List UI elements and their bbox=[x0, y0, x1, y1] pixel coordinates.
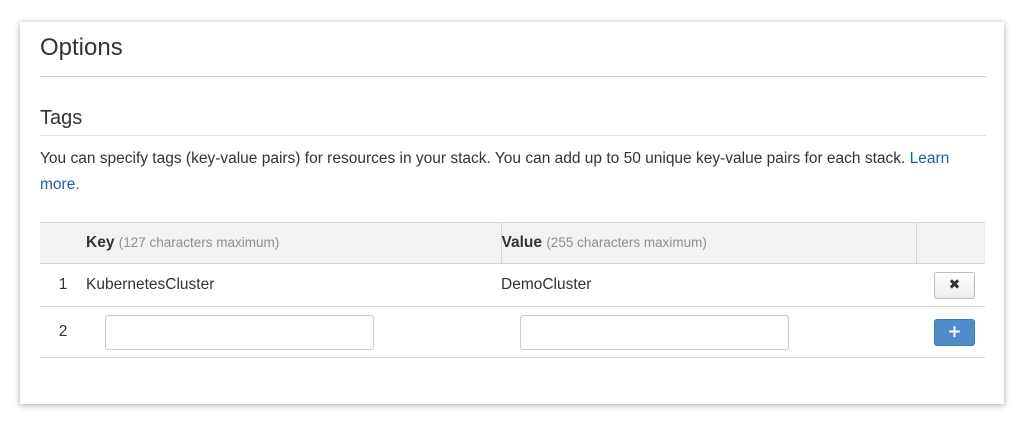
new-key-cell bbox=[86, 306, 501, 358]
remove-tag-button[interactable]: ✖ bbox=[934, 271, 975, 299]
page-title: Options bbox=[40, 34, 123, 61]
close-icon: ✖ bbox=[948, 276, 961, 293]
options-panel: Options Tags You can specify tags (key-v… bbox=[20, 22, 1004, 404]
key-column-header: Key (127 characters maximum) bbox=[86, 222, 501, 264]
new-value-cell bbox=[501, 306, 916, 358]
value-header-hint: (255 characters maximum) bbox=[546, 235, 707, 250]
tag-value-value: DemoCluster bbox=[501, 263, 916, 307]
tag-key-input[interactable] bbox=[105, 314, 374, 350]
tags-table-header: Key (127 characters maximum) Value (255 … bbox=[40, 222, 985, 264]
tag-value-input[interactable] bbox=[520, 314, 789, 350]
tags-section-title: Tags bbox=[40, 107, 83, 129]
key-header-label: Key bbox=[86, 234, 115, 251]
row-index: 2 bbox=[40, 306, 86, 358]
row-action-cell: + bbox=[916, 306, 985, 358]
plus-icon: + bbox=[947, 322, 962, 342]
row-action-cell: ✖ bbox=[916, 263, 985, 307]
tags-table: Key (127 characters maximum) Value (255 … bbox=[40, 222, 985, 358]
table-row: 1 KubernetesCluster DemoCluster ✖ bbox=[40, 263, 985, 307]
table-row: 2 + bbox=[40, 306, 985, 358]
tags-description-text: You can specify tags (key-value pairs) f… bbox=[40, 150, 906, 167]
tags-description: You can specify tags (key-value pairs) f… bbox=[40, 146, 980, 198]
row-index: 1 bbox=[40, 263, 86, 307]
add-tag-button[interactable]: + bbox=[934, 318, 975, 346]
value-header-label: Value bbox=[501, 234, 543, 251]
value-column-header: Value (255 characters maximum) bbox=[500, 222, 916, 264]
action-column-header bbox=[915, 222, 985, 264]
section-divider bbox=[40, 135, 986, 136]
tag-key-value: KubernetesCluster bbox=[86, 263, 501, 307]
index-column-header bbox=[40, 222, 86, 264]
title-divider bbox=[40, 76, 986, 77]
key-header-hint: (127 characters maximum) bbox=[118, 235, 280, 250]
